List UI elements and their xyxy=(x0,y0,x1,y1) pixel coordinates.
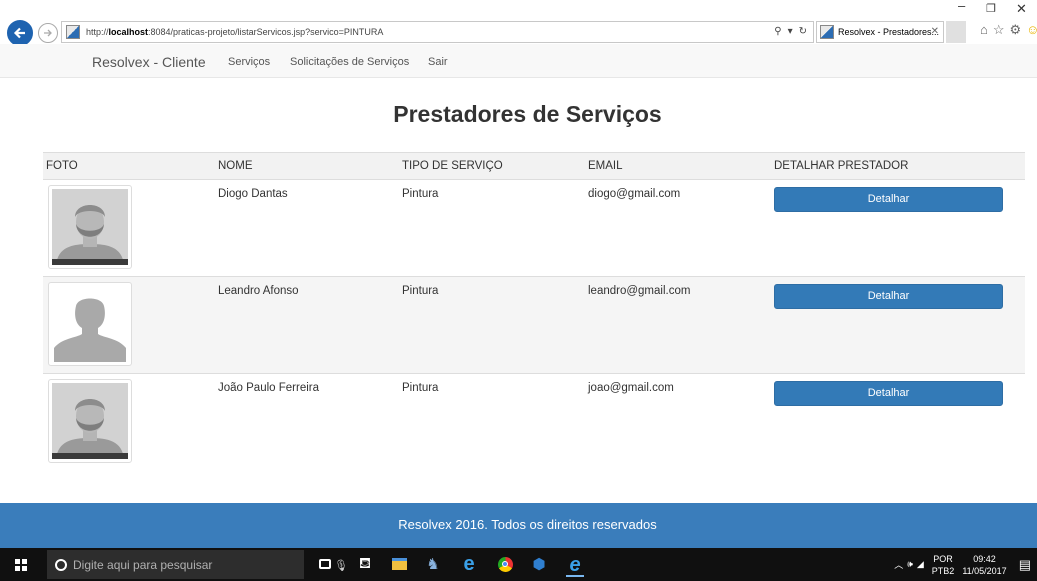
provider-name: João Paulo Ferreira xyxy=(215,373,399,471)
provider-service-type: Pintura xyxy=(399,179,585,277)
new-tab-button[interactable] xyxy=(946,21,966,43)
provider-name: Diogo Dantas xyxy=(215,179,399,277)
provider-photo xyxy=(48,282,132,366)
task-view-icon[interactable] xyxy=(316,555,334,573)
provider-name: Leandro Afonso xyxy=(215,276,399,374)
back-button[interactable] xyxy=(7,20,33,46)
nav-link-servicos[interactable]: Serviços xyxy=(228,56,270,68)
table-row: Diogo Dantas Pintura diogo@gmail.com Det… xyxy=(43,179,1025,277)
provider-service-type: Pintura xyxy=(399,373,585,471)
taskbar-search-box[interactable]: Digite aqui para pesquisar 🎙 xyxy=(47,550,348,579)
close-tab-icon[interactable]: ✕ xyxy=(931,26,939,37)
system-tray: ︿ 🕪 ◢ POR PTB2 09:42 11/05/2017 ▤ xyxy=(894,548,1037,581)
detalhar-button[interactable]: Detalhar xyxy=(774,284,1003,309)
close-window-icon[interactable]: ✕ xyxy=(1016,1,1027,17)
nav-link-solicitacoes[interactable]: Solicitações de Serviços xyxy=(290,56,409,68)
restore-icon[interactable]: ❐ xyxy=(986,2,996,15)
chevron-up-icon[interactable]: ︿ xyxy=(894,558,903,571)
header-nome: NOME xyxy=(215,152,399,180)
app-navbar: Resolvex - Cliente Serviços Solicitações… xyxy=(0,44,1037,78)
notifications-icon[interactable]: ▤ xyxy=(1019,557,1031,573)
header-foto: FOTO xyxy=(43,152,215,180)
tab-title: Resolvex - Prestadores... xyxy=(838,27,940,37)
virtualbox-cube-icon[interactable]: ⬢ xyxy=(530,555,548,573)
cortana-circle-icon xyxy=(55,558,67,571)
provider-email: diogo@gmail.com xyxy=(585,179,771,277)
microphone-icon[interactable]: 🎙 xyxy=(334,559,348,572)
browser-chrome: http://localhost:8084/praticas-projeto/l… xyxy=(0,0,1037,46)
tab-favicon-icon xyxy=(820,25,834,39)
favorites-star-icon[interactable]: ☆ xyxy=(993,22,1005,38)
page-title: Prestadores de Serviços xyxy=(393,101,662,127)
footer-text: Resolvex 2016. Todos os direitos reserva… xyxy=(398,517,657,532)
bearded-man-placeholder-icon xyxy=(52,189,128,265)
header-tipo: TIPO DE SERVIÇO xyxy=(399,152,585,180)
forward-button[interactable] xyxy=(38,23,58,43)
table-row: João Paulo Ferreira Pintura joao@gmail.c… xyxy=(43,373,1025,471)
chrome-icon[interactable] xyxy=(496,555,514,573)
dropdown-icon[interactable]: ▾ xyxy=(788,26,793,37)
arrow-right-icon xyxy=(44,29,52,37)
arrow-left-icon xyxy=(13,27,25,39)
minimize-icon[interactable]: – xyxy=(958,0,965,13)
address-url: http://localhost:8084/praticas-projeto/l… xyxy=(86,27,384,37)
page-footer: Resolvex 2016. Todos os direitos reserva… xyxy=(0,503,1037,548)
provider-photo xyxy=(48,379,132,463)
nav-link-sair[interactable]: Sair xyxy=(428,56,448,68)
refresh-icon[interactable]: ↻ xyxy=(799,26,807,37)
search-icon[interactable]: ⚲ xyxy=(774,26,781,37)
providers-table: FOTO NOME TIPO DE SERVIÇO EMAIL DETALHAR… xyxy=(43,152,1025,471)
header-detalhar: DETALHAR PRESTADOR xyxy=(771,152,1025,180)
language-indicator[interactable]: POR PTB2 xyxy=(932,553,955,577)
provider-photo xyxy=(48,185,132,269)
detalhar-button[interactable]: Detalhar xyxy=(774,187,1003,212)
detalhar-button[interactable]: Detalhar xyxy=(774,381,1003,406)
edge-icon[interactable]: e xyxy=(460,553,478,575)
address-bar[interactable]: http://localhost:8084/praticas-projeto/l… xyxy=(61,21,814,43)
windows-start-icon[interactable] xyxy=(15,559,27,571)
volume-icon[interactable]: 🕪 xyxy=(907,559,913,570)
file-explorer-icon[interactable] xyxy=(390,555,408,573)
silhouette-placeholder-icon xyxy=(52,286,128,362)
provider-service-type: Pintura xyxy=(399,276,585,374)
database-elephant-icon[interactable]: ♞ xyxy=(424,555,442,573)
internet-explorer-icon[interactable]: e xyxy=(566,554,584,577)
taskbar-search-placeholder: Digite aqui para pesquisar xyxy=(73,557,213,572)
table-header-row: FOTO NOME TIPO DE SERVIÇO EMAIL DETALHAR… xyxy=(43,152,1025,180)
smiley-icon[interactable]: ☺ xyxy=(1026,22,1037,38)
provider-email: joao@gmail.com xyxy=(585,373,771,471)
windows-taskbar: Digite aqui para pesquisar 🎙 ⛾ ♞ e ⬢ e ︿… xyxy=(0,548,1037,581)
clock[interactable]: 09:42 11/05/2017 xyxy=(962,553,1006,577)
settings-gear-icon[interactable]: ⚙ xyxy=(1010,22,1022,38)
table-row: Leandro Afonso Pintura leandro@gmail.com… xyxy=(43,276,1025,374)
bearded-man-placeholder-icon xyxy=(52,383,128,459)
browser-tab[interactable]: Resolvex - Prestadores... ✕ xyxy=(816,21,944,43)
home-icon[interactable]: ⌂ xyxy=(980,22,988,38)
provider-email: leandro@gmail.com xyxy=(585,276,771,374)
site-favicon-icon xyxy=(66,25,80,39)
store-bag-icon[interactable]: ⛾ xyxy=(356,555,374,573)
header-email: EMAIL xyxy=(585,152,771,180)
wifi-icon[interactable]: ◢ xyxy=(917,559,924,570)
brand-link[interactable]: Resolvex - Cliente xyxy=(92,54,206,70)
